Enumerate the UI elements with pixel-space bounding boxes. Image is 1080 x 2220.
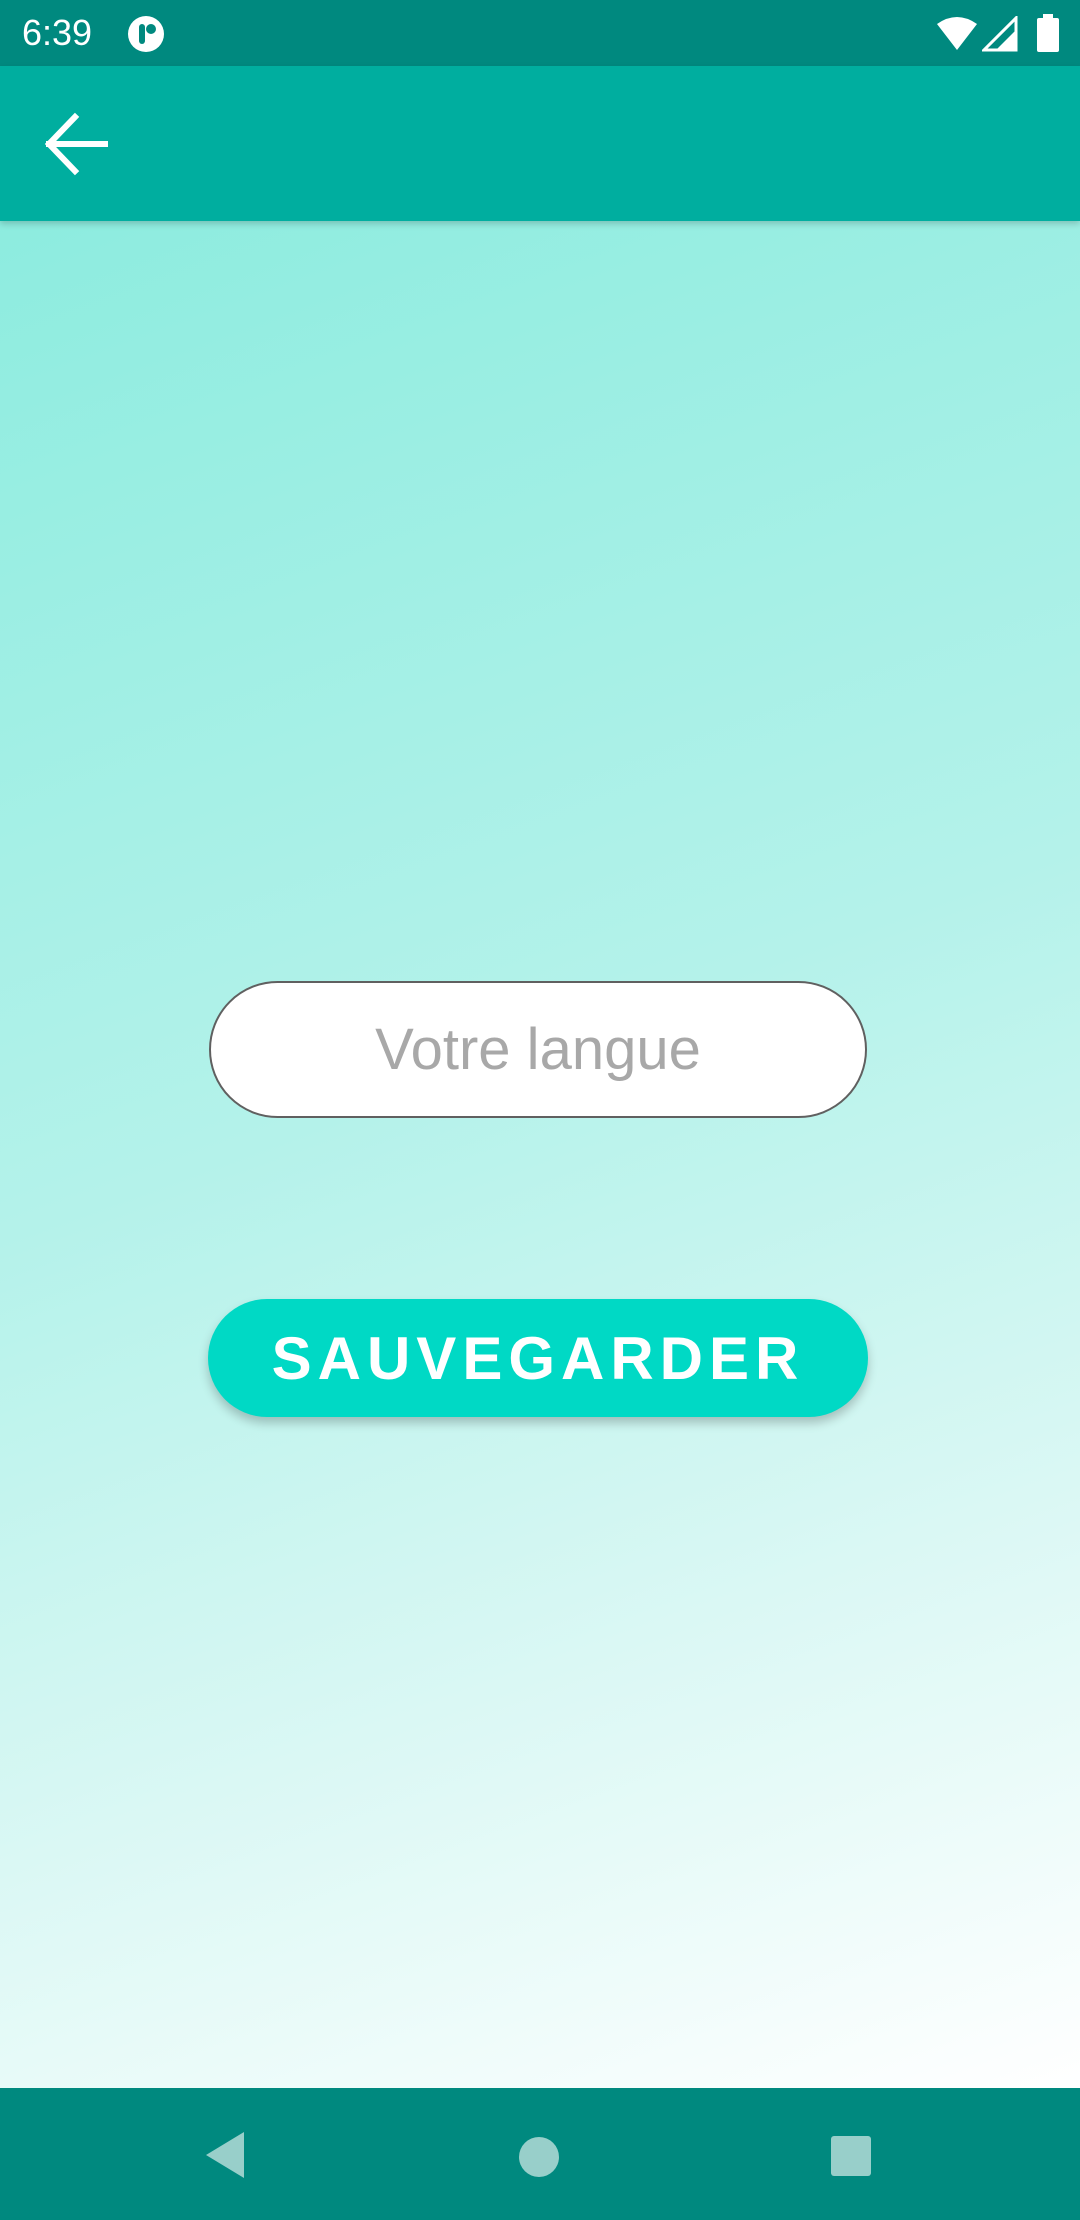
save-button[interactable]: SAUVEGARDER bbox=[208, 1299, 868, 1417]
app-bar bbox=[0, 66, 1080, 221]
language-input[interactable] bbox=[209, 981, 867, 1118]
nav-back-icon[interactable] bbox=[200, 2128, 254, 2182]
arrow-left-icon bbox=[44, 112, 108, 176]
wifi-icon bbox=[937, 17, 977, 50]
status-bar: 6:39 bbox=[0, 0, 1080, 66]
nav-recents-icon[interactable] bbox=[829, 2134, 873, 2178]
back-button[interactable] bbox=[36, 104, 116, 184]
navigation-bar bbox=[0, 2088, 1080, 2220]
signal-icon bbox=[982, 16, 1018, 52]
nav-home-icon[interactable] bbox=[515, 2133, 563, 2181]
app-notification-icon bbox=[128, 16, 164, 52]
status-time: 6:39 bbox=[22, 12, 93, 53]
battery-icon bbox=[1037, 14, 1059, 52]
content-area: SAUVEGARDER bbox=[0, 221, 1080, 2088]
